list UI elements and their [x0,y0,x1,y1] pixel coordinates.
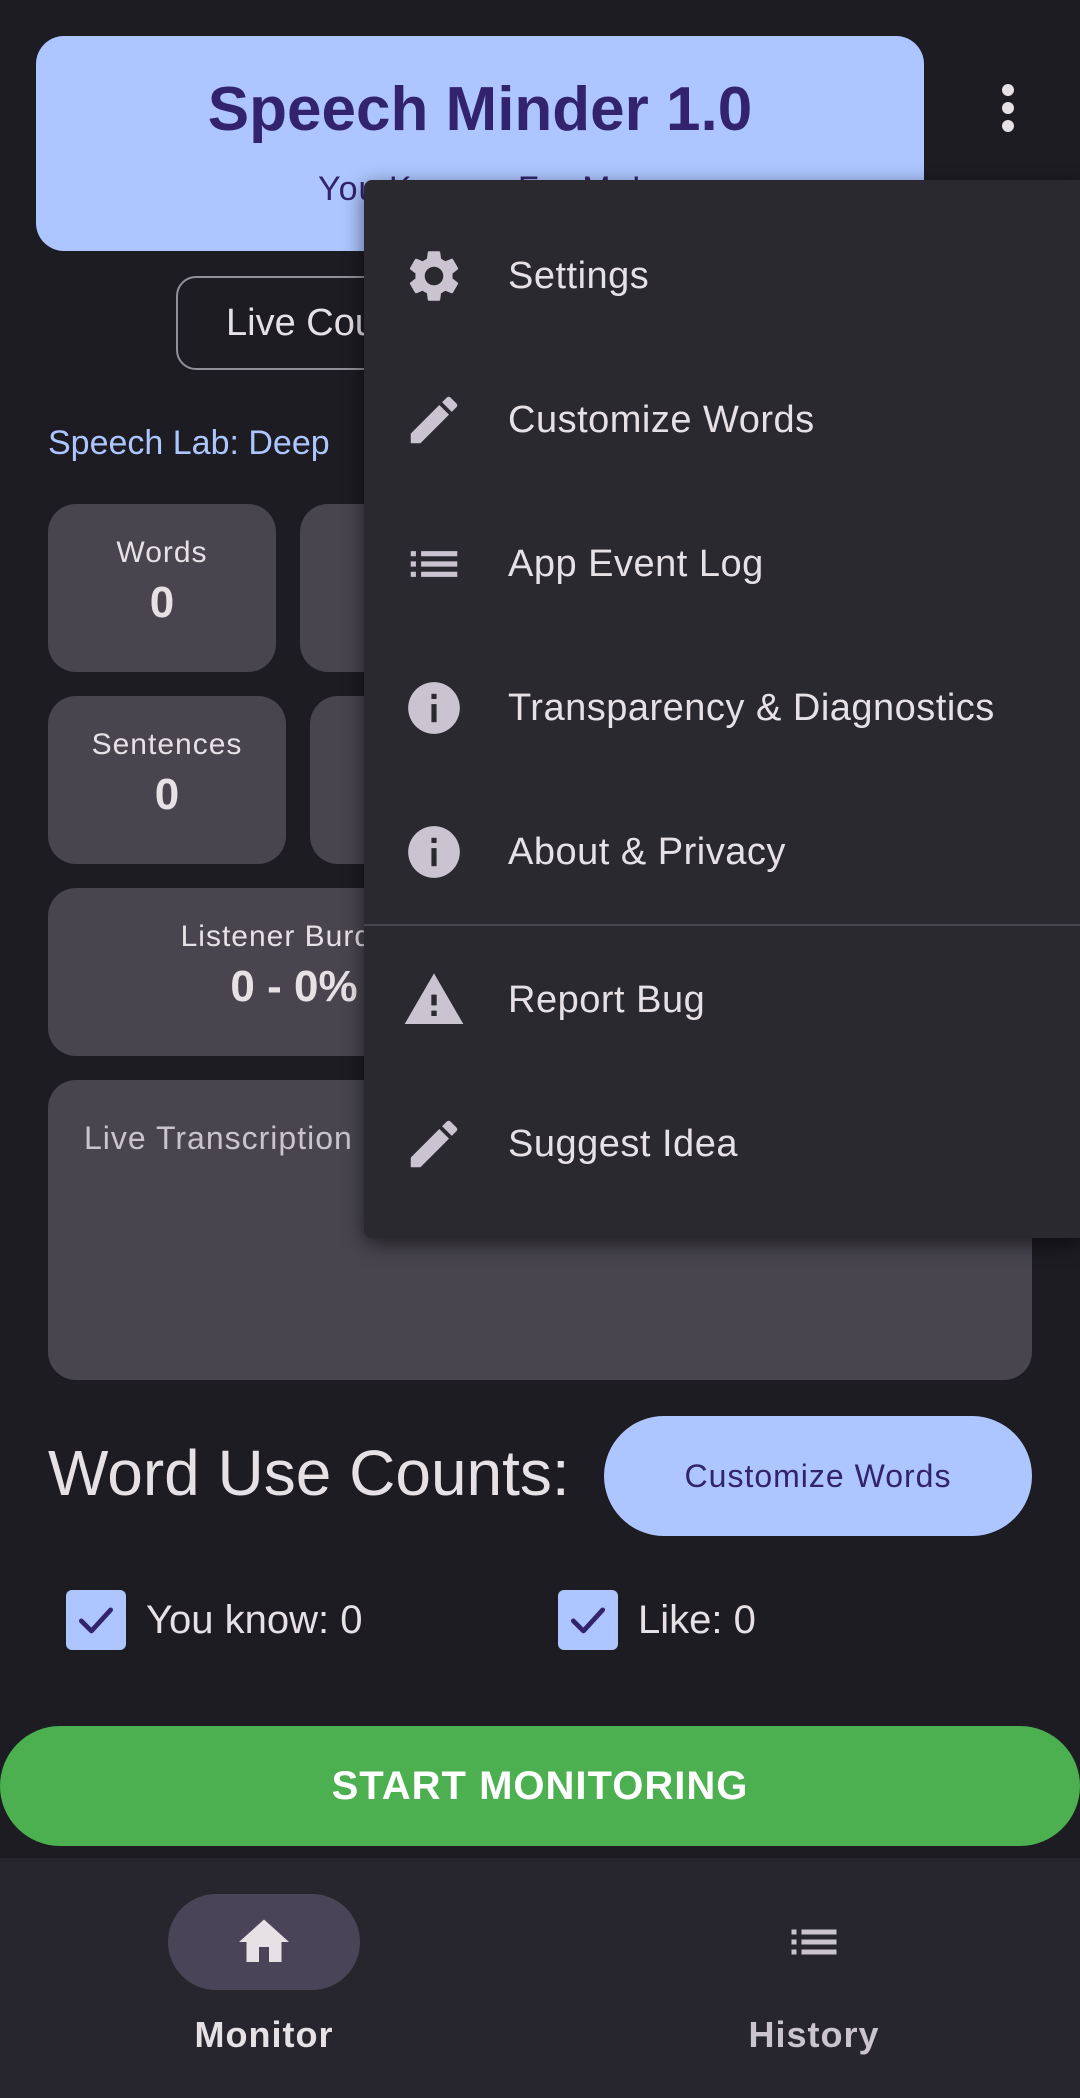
menu-label: Report Bug [508,978,706,1021]
sentences-tile: Sentences 0 [48,696,286,864]
menu-divider [364,924,1080,926]
checkbox-label: Like: 0 [638,1597,756,1642]
nav-pill-monitor[interactable] [168,1894,360,1990]
menu-item-transparency[interactable]: Transparency & Diagnostics [364,648,1080,768]
menu-item-about-privacy[interactable]: About & Privacy [364,792,1080,912]
menu-item-suggest-idea[interactable]: Suggest Idea [364,1084,1080,1204]
menu-label: Customize Words [508,398,815,441]
nav-pill-history[interactable] [718,1894,910,1990]
sentences-value: 0 [154,770,180,819]
info-icon [402,676,466,740]
menu-label: Suggest Idea [508,1122,738,1165]
bottom-navigation: Monitor History [0,1858,1080,2098]
menu-label: About & Privacy [508,830,786,873]
info-icon [402,820,466,884]
app-title: Speech Minder 1.0 [207,75,753,144]
warning-icon [402,968,466,1032]
transcript-label: Live Transcription [84,1120,353,1156]
words-label: Words [116,536,208,569]
checkbox-label: You know: 0 [146,1597,363,1642]
menu-label: App Event Log [508,542,764,585]
check-icon[interactable] [66,1590,126,1650]
customize-words-button[interactable]: Customize Words [604,1416,1032,1536]
menu-item-customize-words[interactable]: Customize Words [364,360,1080,480]
menu-item-report-bug[interactable]: Report Bug [364,940,1080,1060]
overflow-menu-button[interactable] [986,78,1030,138]
sentences-label: Sentences [91,728,243,761]
start-monitoring-button[interactable]: START MONITORING [0,1726,1080,1846]
nav-item-history[interactable]: History [684,1894,944,2056]
nav-label-monitor: Monitor [194,2014,334,2055]
home-icon [239,1919,289,1962]
check-icon[interactable] [558,1590,618,1650]
pencil-icon [402,388,466,452]
pencil-icon [402,1112,466,1176]
words-value: 0 [149,578,175,627]
menu-label: Settings [508,254,650,297]
more-vert-icon [1002,84,1014,96]
checkbox-you-know[interactable]: You know: 0 [66,1590,362,1650]
gear-icon [402,244,466,308]
nav-label-history: History [748,2014,880,2055]
words-tile: Words 0 [48,504,276,672]
word-counts-heading: Word Use Counts: [48,1437,570,1509]
menu-item-app-event-log[interactable]: App Event Log [364,504,1080,624]
nav-item-monitor[interactable]: Monitor [134,1894,394,2056]
engine-status: Speech Lab: Deep [48,424,330,462]
list-icon [402,532,466,596]
overflow-menu: Settings Customize Words App Event Log T… [364,180,1080,1238]
menu-label: Transparency & Diagnostics [508,686,995,729]
list-icon [791,1929,837,1955]
menu-item-settings[interactable]: Settings [364,216,1080,336]
checkbox-like[interactable]: Like: 0 [558,1590,756,1650]
